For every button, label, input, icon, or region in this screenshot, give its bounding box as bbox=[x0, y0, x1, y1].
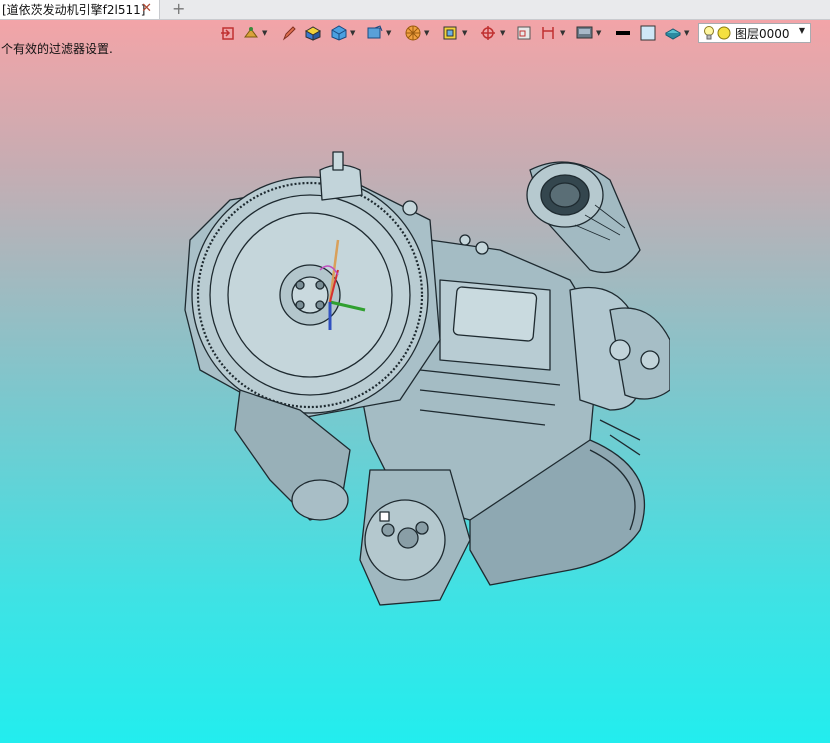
cube-blue-icon[interactable]: ▼ bbox=[330, 24, 355, 42]
engine-model bbox=[184, 151, 671, 606]
layer-name: 图层0000 bbox=[735, 26, 790, 41]
status-message: 个有效的过滤器设置. bbox=[1, 42, 113, 56]
view-orient-icon[interactable]: ▼ bbox=[366, 24, 391, 42]
material-icon[interactable]: ▼ bbox=[664, 24, 689, 42]
close-icon[interactable]: ✕ bbox=[141, 1, 152, 16]
render-mode-icon[interactable]: ▼ bbox=[404, 24, 429, 42]
light-bulb-icon[interactable] bbox=[703, 25, 715, 41]
section-icon[interactable]: ▼ bbox=[442, 24, 467, 42]
window-frame-icon[interactable] bbox=[516, 24, 532, 42]
fill-color-icon[interactable] bbox=[640, 24, 656, 42]
layer-tree-icon[interactable]: ▼ bbox=[242, 24, 267, 42]
line-color-black-icon[interactable] bbox=[614, 24, 632, 42]
origin-axis-icon[interactable]: ▼ bbox=[480, 24, 505, 42]
layer-select[interactable]: 图层0000 ▼ bbox=[698, 23, 811, 43]
dimension-icon[interactable]: ▼ bbox=[540, 24, 565, 42]
chevron-down-icon[interactable]: ▼ bbox=[799, 26, 805, 35]
view-toolbar: ▼ ▼ ▼ ▼ ▼ ▼ ▼ ▼ ▼ 图层0000 ▼ bbox=[218, 22, 830, 44]
document-tab[interactable]: [道依茨发动机引擎f2l511] ✕ bbox=[0, 0, 160, 19]
new-tab-icon[interactable]: + bbox=[172, 0, 185, 18]
3d-viewport[interactable] bbox=[170, 140, 671, 623]
layer-color-icon[interactable] bbox=[717, 26, 731, 40]
pencil-icon[interactable] bbox=[282, 24, 296, 42]
display-icon[interactable]: ▼ bbox=[576, 24, 601, 42]
tab-bar: [道依茨发动机引擎f2l511] ✕ + bbox=[0, 0, 830, 20]
exit-view-icon[interactable] bbox=[220, 24, 236, 42]
solid-yellow-icon[interactable] bbox=[304, 24, 322, 42]
tab-title: [道依茨发动机引擎f2l511] bbox=[2, 3, 146, 17]
